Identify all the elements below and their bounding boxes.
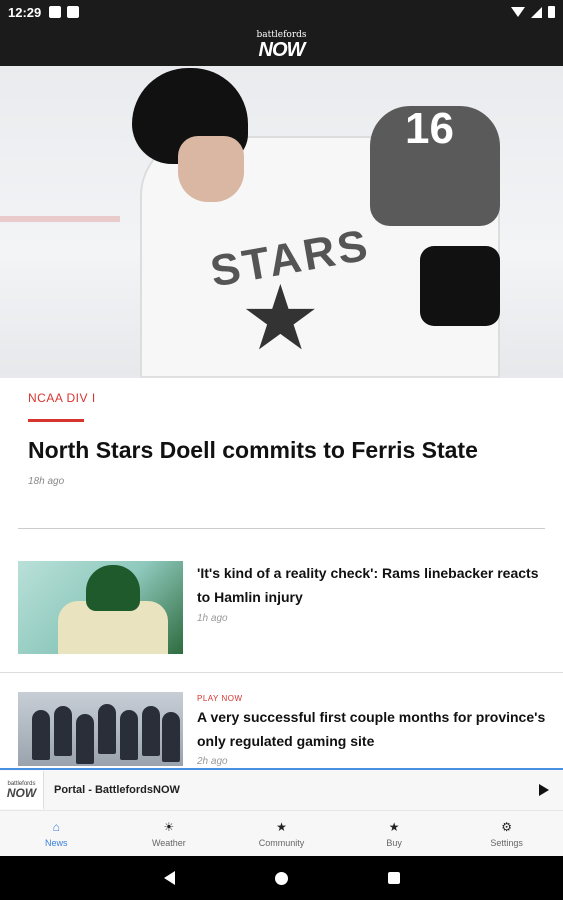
group-person (32, 710, 50, 760)
tab-label: News (45, 837, 68, 848)
jersey-number: 16 (405, 104, 454, 153)
group-person (142, 706, 160, 756)
group-person (76, 714, 94, 764)
player-logo-main: NOW (6, 786, 37, 800)
glove (420, 246, 500, 326)
section-divider (18, 528, 545, 529)
tab-buy[interactable]: ★ Buy (338, 811, 451, 856)
category-underline (28, 419, 84, 422)
star-icon: ★ (276, 819, 287, 834)
home-circle-icon[interactable] (274, 871, 288, 885)
tab-weather[interactable]: ☀ Weather (113, 811, 226, 856)
group-person (98, 704, 116, 754)
article-thumbnail[interactable] (18, 561, 183, 654)
bottom-tab-bar: ⌂ News ☀ Weather ★ Community ★ Buy ⚙ Set… (0, 810, 563, 856)
player-face (178, 136, 244, 202)
tab-label: Weather (151, 837, 186, 848)
football-helmet (86, 565, 140, 611)
hero-category[interactable]: NCAA DIV I (28, 391, 96, 405)
wifi-icon (511, 7, 525, 17)
status-bar: 12:29 (0, 0, 563, 24)
app-logo[interactable]: battlefords NOW (257, 30, 307, 61)
hero-headline[interactable]: North Stars Doell commits to Ferris Stat… (28, 437, 478, 464)
audio-player-bar[interactable]: battlefords NOW Portal - BattlefordsNOW (0, 768, 563, 810)
logo-main-text: NOW (258, 38, 306, 61)
article-timestamp: 1h ago (197, 613, 228, 624)
gear-icon: ⚙ (501, 819, 513, 834)
hero-timestamp: 18h ago (28, 476, 65, 487)
group-person (120, 710, 138, 760)
article-title[interactable]: A very successful first couple months fo… (197, 705, 549, 753)
tab-settings[interactable]: ⚙ Settings (450, 811, 563, 856)
group-person (162, 712, 180, 762)
hero-image[interactable]: 16 STARS ★ (0, 66, 563, 378)
notification-icon (49, 6, 62, 18)
tab-label: Settings (490, 837, 523, 848)
player-logo: battlefords NOW (0, 771, 44, 809)
sim-icon (67, 6, 80, 18)
article-kicker[interactable]: PLAY NOW (197, 694, 243, 703)
system-nav-bar (0, 856, 563, 900)
tab-label: Buy (386, 837, 402, 848)
battery-icon (548, 6, 555, 18)
star-logo-icon: ★ (240, 269, 321, 369)
recents-icon[interactable] (387, 872, 400, 884)
sun-icon: ☀ (163, 819, 175, 834)
home-icon: ⌂ (52, 819, 60, 834)
article-thumbnail[interactable] (18, 692, 183, 766)
list-divider (0, 672, 563, 673)
star-icon: ★ (388, 819, 400, 834)
app-bar: battlefords NOW (0, 24, 563, 66)
tab-news[interactable]: ⌂ News (0, 811, 113, 856)
group-person (54, 706, 72, 756)
rink-line (0, 216, 120, 222)
article-title[interactable]: 'It's kind of a reality check': Rams lin… (197, 561, 549, 609)
tab-community[interactable]: ★ Community (225, 811, 338, 856)
back-icon[interactable] (163, 871, 175, 885)
hockey-player-photo: 16 STARS ★ (132, 66, 500, 378)
status-time: 12:29 (8, 4, 42, 20)
tab-label: Community (258, 837, 305, 848)
play-icon[interactable] (539, 784, 549, 796)
player-title: Portal - BattlefordsNOW (54, 784, 180, 796)
article-timestamp: 2h ago (197, 756, 228, 767)
signal-icon (531, 6, 542, 18)
